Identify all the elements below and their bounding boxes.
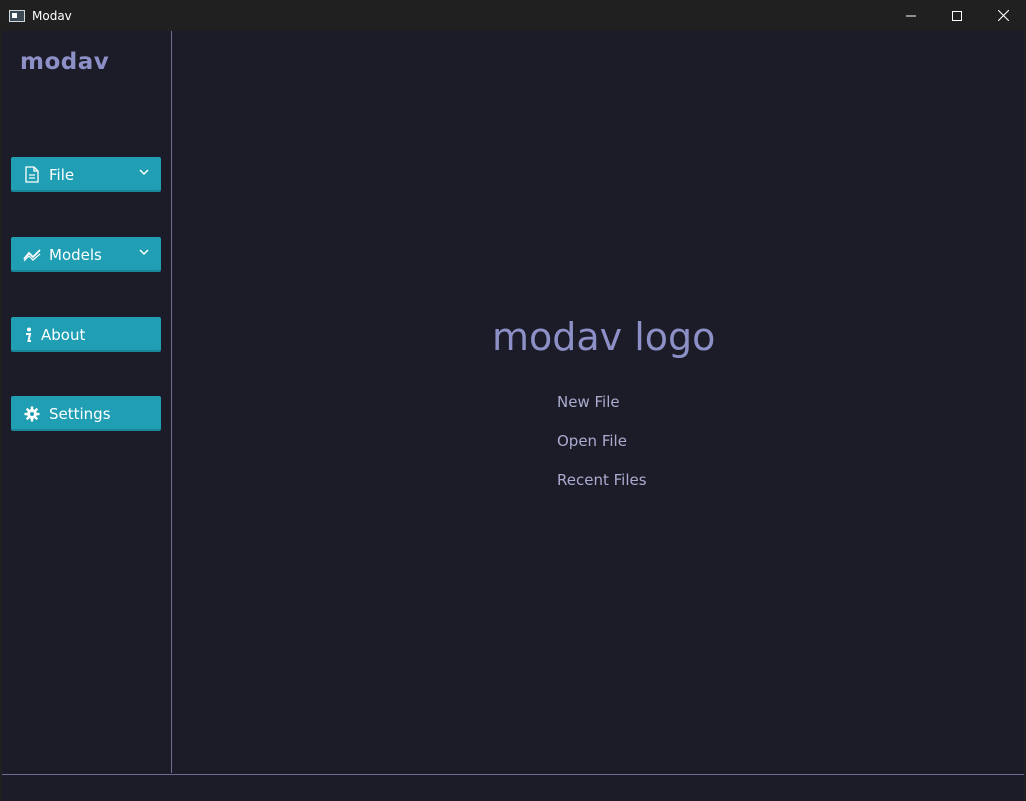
minimize-button[interactable] [888, 0, 934, 31]
maximize-button[interactable] [934, 0, 980, 31]
chart-line-icon [23, 246, 41, 264]
recent-files-link[interactable]: Recent Files [557, 471, 647, 489]
file-button-label: File [49, 165, 75, 184]
status-bar [2, 774, 1024, 801]
open-file-link[interactable]: Open File [557, 432, 627, 450]
app-icon [9, 9, 25, 22]
brand-logo: modav [20, 49, 110, 75]
file-icon [23, 166, 41, 184]
gear-icon [23, 405, 41, 423]
settings-button-label: Settings [49, 404, 111, 423]
about-button-label: About [41, 325, 86, 344]
models-button[interactable]: Models [11, 237, 161, 272]
chevron-down-icon [139, 169, 149, 175]
minimize-icon [906, 15, 916, 16]
close-icon [997, 10, 1009, 21]
main-logo-placeholder: modav logo [492, 315, 716, 359]
settings-button[interactable]: Settings [11, 396, 161, 431]
new-file-link[interactable]: New File [557, 393, 620, 411]
chevron-down-icon [139, 249, 149, 255]
title-bar: Modav [0, 0, 1026, 31]
sidebar: modav File Models About Settings [2, 31, 172, 773]
close-button[interactable] [980, 0, 1026, 31]
models-button-label: Models [49, 245, 102, 264]
window-title: Modav [32, 8, 72, 23]
about-button[interactable]: About [11, 317, 161, 352]
file-button[interactable]: File [11, 157, 161, 192]
window-controls [888, 0, 1026, 31]
info-icon [23, 326, 33, 344]
maximize-icon [952, 10, 962, 21]
